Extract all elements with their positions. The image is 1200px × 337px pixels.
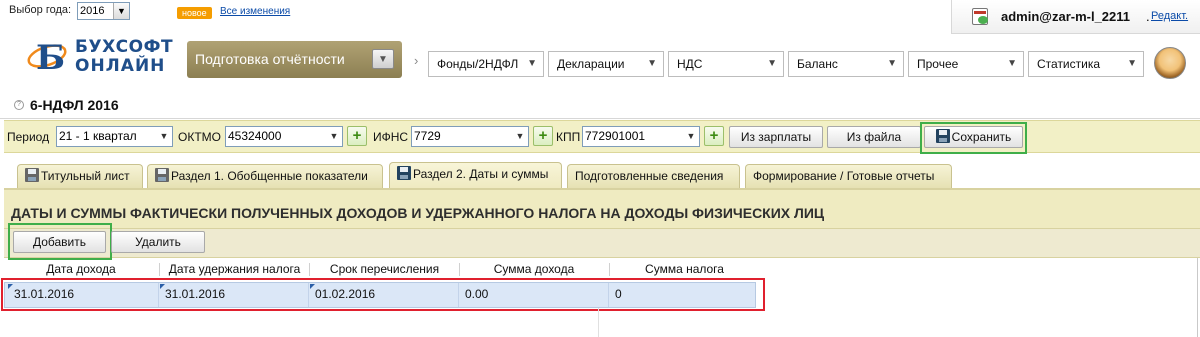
nav-declarations[interactable]: Декларации ▼ [548,51,664,77]
ifns-select[interactable]: 7729 ▼ [411,126,529,147]
period-value: 21 - 1 квартал [59,129,137,143]
section-title: ДАТЫ И СУММЫ ФАКТИЧЕСКИ ПОЛУЧЕННЫХ ДОХОД… [11,205,825,221]
add-kpp-button[interactable]: + [704,126,724,146]
logo-line1: БУХСОФТ [75,37,174,57]
ifns-label: ИФНС [373,130,409,144]
tab-label: Подготовленные сведения [575,169,724,183]
nav-item-label: Фонды/2НДФЛ [437,57,519,71]
column-header[interactable]: Дата удержания налога [159,263,309,276]
add-oktmo-button[interactable]: + [347,126,367,146]
save-label: Сохранить [951,130,1012,144]
tab-label: Раздел 2. Даты и суммы [413,167,549,181]
grid-border [1197,258,1198,337]
add-button[interactable]: Добавить [13,231,106,253]
tab-prepared-data[interactable]: Подготовленные сведения [567,164,740,188]
chevron-down-icon: ▼ [113,3,129,19]
chevron-right-icon: › [414,53,419,68]
chevron-down-icon[interactable]: ▼ [372,49,394,69]
calendar-icon[interactable] [972,8,988,25]
user-name: admin@zar-m-l_2211 [1001,9,1131,24]
year-select[interactable]: 2016 ▼ [77,2,130,20]
nav-balance[interactable]: Баланс ▼ [788,51,904,77]
logo-line2: ОНЛАЙН [75,56,166,76]
all-changes-link[interactable]: Все изменения [220,6,290,17]
from-salary-button[interactable]: Из зарплаты [729,126,823,148]
avatar[interactable] [1154,47,1186,79]
oktmo-label: ОКТМО [178,130,221,144]
chevron-down-icon: ▼ [159,131,169,141]
logo-icon[interactable]: Б [26,36,68,76]
tab-label: Формирование / Готовые отчеты [753,169,935,183]
tab-label: Раздел 1. Обобщенные показатели [171,169,368,183]
from-file-button[interactable]: Из файла [827,126,921,148]
tab-title-page[interactable]: Титульный лист [17,164,143,188]
floppy-icon [397,166,411,180]
oktmo-select[interactable]: 45324000 ▼ [225,126,343,147]
kpp-label: КПП [556,130,581,144]
user-separator: . [1146,9,1150,24]
tab-label: Титульный лист [41,169,130,183]
year-label: Выбор года: [9,4,72,16]
chevron-down-icon: ▼ [329,131,339,141]
chevron-down-icon: ▼ [527,58,537,69]
tab-section-1[interactable]: Раздел 1. Обобщенные показатели [147,164,383,188]
floppy-icon [155,168,169,182]
chevron-down-icon: ▼ [887,58,897,69]
page-title: 6-НДФЛ 2016 [30,97,119,113]
nav-item-label: НДС [677,57,703,71]
kpp-value: 772901001 [585,129,646,143]
edit-profile-link[interactable]: Редакт. [1151,10,1188,22]
nav-item-label: Декларации [557,57,625,71]
chevron-down-icon: ▼ [515,131,525,141]
chevron-down-icon: ▼ [647,58,657,69]
help-icon[interactable]: ? [14,100,24,110]
chevron-down-icon: ▼ [767,58,777,69]
chevron-down-icon: ▼ [1127,58,1137,69]
period-select[interactable]: 21 - 1 квартал ▼ [56,126,173,147]
tab-section-2[interactable]: Раздел 2. Даты и суммы [389,162,562,188]
kpp-select[interactable]: 772901001 ▼ [582,126,700,147]
ifns-value: 7729 [414,129,441,143]
add-ifns-button[interactable]: + [533,126,553,146]
chevron-down-icon: ▼ [686,131,696,141]
nav-statistics[interactable]: Статистика ▼ [1028,51,1144,77]
delete-button[interactable]: Удалить [111,231,205,253]
divider [0,118,1200,119]
grid-border [598,308,599,337]
nav-item-label: Статистика [1037,57,1101,71]
column-header[interactable]: Сумма дохода [459,263,608,276]
nav-item-label: Прочее [917,57,959,71]
year-value: 2016 [80,5,105,17]
oktmo-value: 45324000 [228,129,282,143]
svg-text:Б: Б [36,38,65,76]
period-label: Период [7,130,50,144]
nav-funds-2ndfl[interactable]: Фонды/2НДФЛ ▼ [428,51,544,77]
user-panel: admin@zar-m-l_2211 . Редакт. [951,0,1200,34]
save-button[interactable]: Сохранить [924,126,1023,148]
floppy-icon [935,129,950,143]
new-badge: новое [177,7,212,19]
chevron-down-icon: ▼ [1007,58,1017,69]
column-header[interactable]: Дата дохода [4,263,158,276]
tab-generate-reports[interactable]: Формирование / Готовые отчеты [745,164,952,188]
row-highlight [1,278,765,311]
column-header[interactable]: Срок перечисления [309,263,459,276]
nav-other[interactable]: Прочее ▼ [908,51,1024,77]
report-preparation-button[interactable]: Подготовка отчётности ▼ [187,41,402,78]
nav-vat[interactable]: НДС ▼ [668,51,784,77]
report-preparation-label: Подготовка отчётности [195,51,345,67]
column-header[interactable]: Сумма налога [609,263,759,276]
floppy-icon [25,168,39,182]
nav-item-label: Баланс [797,57,838,71]
